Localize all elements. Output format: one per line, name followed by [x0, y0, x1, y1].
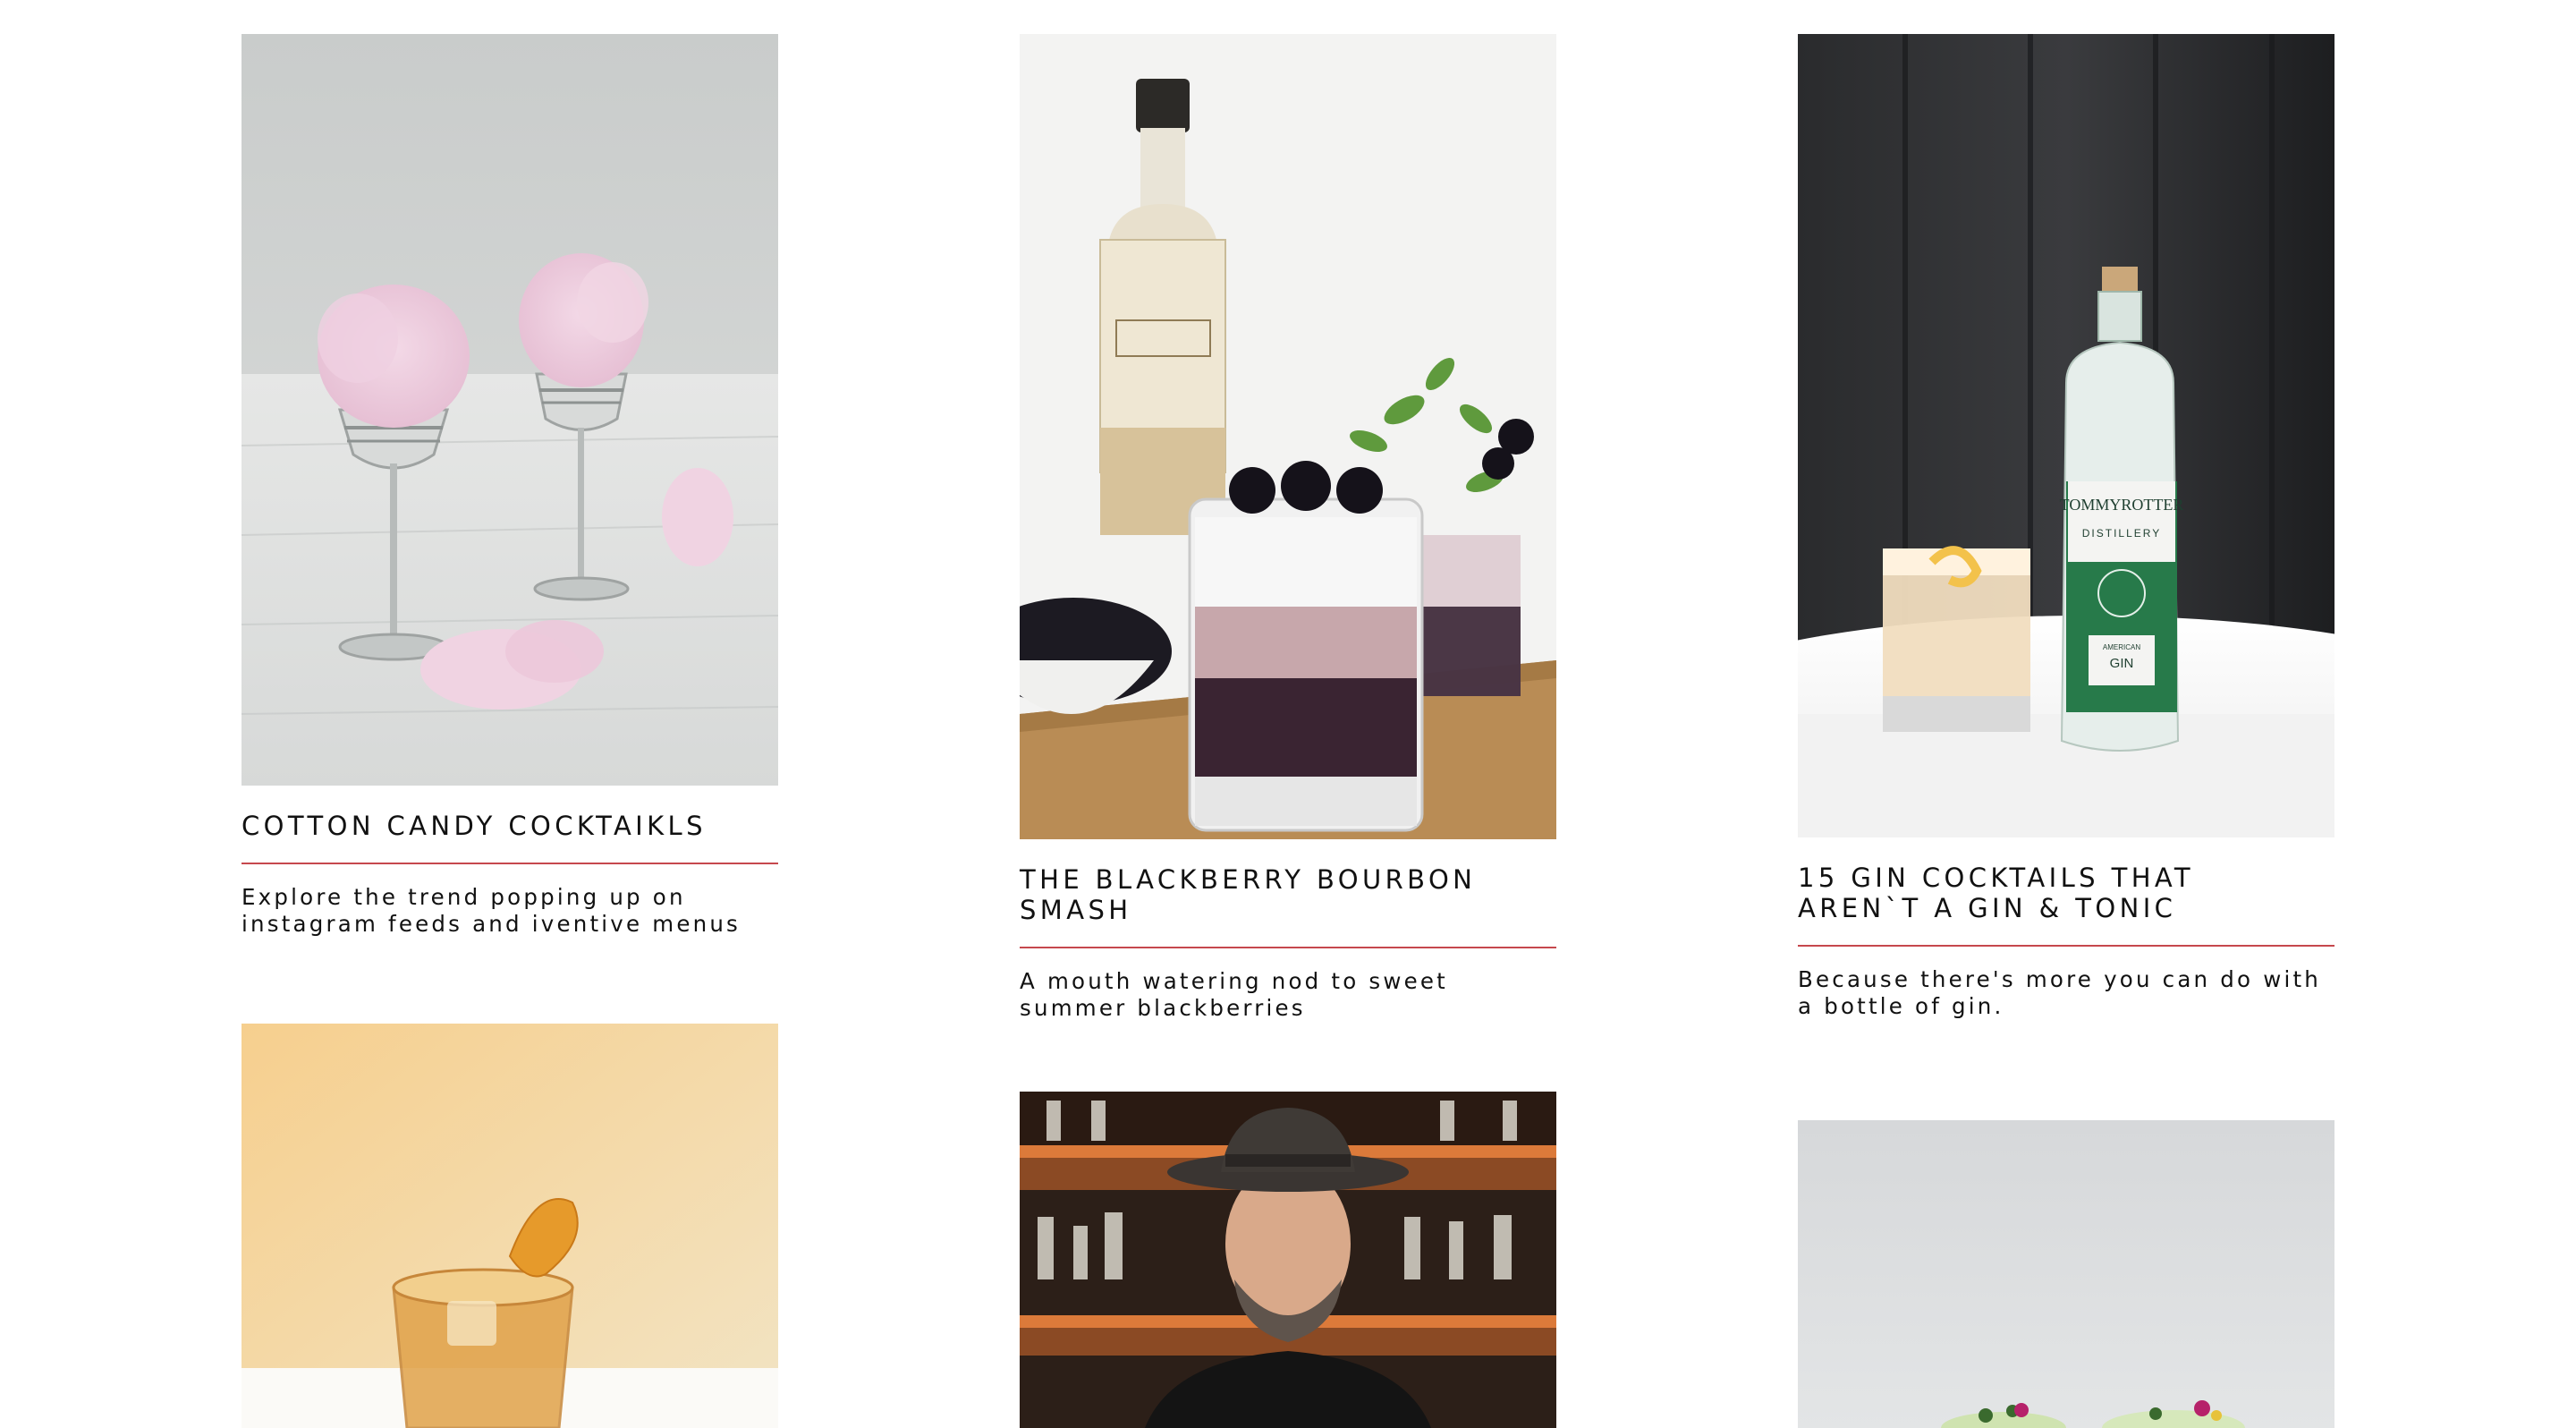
bottle-brand: TOMMYROTTER	[2060, 496, 2184, 514]
title-divider	[1798, 945, 2334, 947]
bottle-sub: DISTILLERY	[2082, 527, 2161, 540]
title-divider	[1020, 947, 1556, 948]
article-grid: COTTON CANDY COCKTAIKLS Explore the tren…	[0, 0, 2576, 1428]
card-description: Because there's more you can do with a b…	[1798, 966, 2321, 1019]
blackberry-bourbon-smash-image[interactable]	[1020, 34, 1556, 839]
bottle-kind: GIN	[2110, 656, 2134, 671]
bartender-image[interactable]	[1020, 1092, 1556, 1428]
old-fashioned-image[interactable]	[242, 1024, 778, 1428]
article-card[interactable]	[1020, 1092, 1556, 1428]
card-description: A mouth watering nod to sweet summer bla…	[1020, 968, 1448, 1021]
bottle-kind-small: AMERICAN	[2103, 643, 2140, 651]
article-card[interactable]: TOMMYROTTER DISTILLERY AMERICAN GIN 15 G…	[1798, 34, 2334, 1020]
card-title[interactable]: THE BLACKBERRY BOURBON SMASH	[1020, 864, 1556, 925]
article-card[interactable]: COTTON CANDY COCKTAIKLS Explore the tren…	[242, 34, 778, 938]
article-card[interactable]	[1798, 1120, 2334, 1428]
green-cocktails-image[interactable]	[1798, 1120, 2334, 1428]
article-card[interactable]	[242, 1024, 778, 1428]
card-title[interactable]: COTTON CANDY COCKTAIKLS	[242, 811, 778, 841]
article-card[interactable]: THE BLACKBERRY BOURBON SMASH A mouth wat…	[1020, 34, 1556, 1022]
card-title[interactable]: 15 GIN COCKTAILS THAT AREN`T A GIN & TON…	[1798, 863, 2334, 923]
card-description: Explore the trend popping up on instagra…	[242, 884, 741, 937]
title-divider	[242, 863, 778, 864]
cotton-candy-cocktails-image[interactable]	[242, 34, 778, 786]
gin-cocktails-image[interactable]: TOMMYROTTER DISTILLERY AMERICAN GIN	[1798, 34, 2334, 837]
